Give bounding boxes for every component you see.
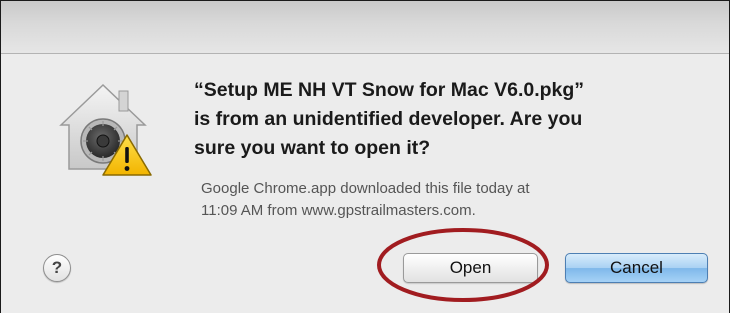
cancel-button[interactable]: Cancel	[565, 253, 708, 283]
annotation-highlight-circle	[377, 228, 549, 302]
dialog-informative-text: Google Chrome.app downloaded this file t…	[201, 180, 530, 219]
security-warning-dialog: “Setup ME NH VT Snow for Mac V6.0.pkg” i…	[0, 0, 730, 313]
dialog-title-bar[interactable]	[1, 1, 729, 54]
dialog-message: “Setup ME NH VT Snow for Mac V6.0.pkg” i…	[194, 79, 585, 159]
gatekeeper-house-lock-icon	[57, 77, 153, 177]
help-button[interactable]: ?	[43, 254, 71, 282]
